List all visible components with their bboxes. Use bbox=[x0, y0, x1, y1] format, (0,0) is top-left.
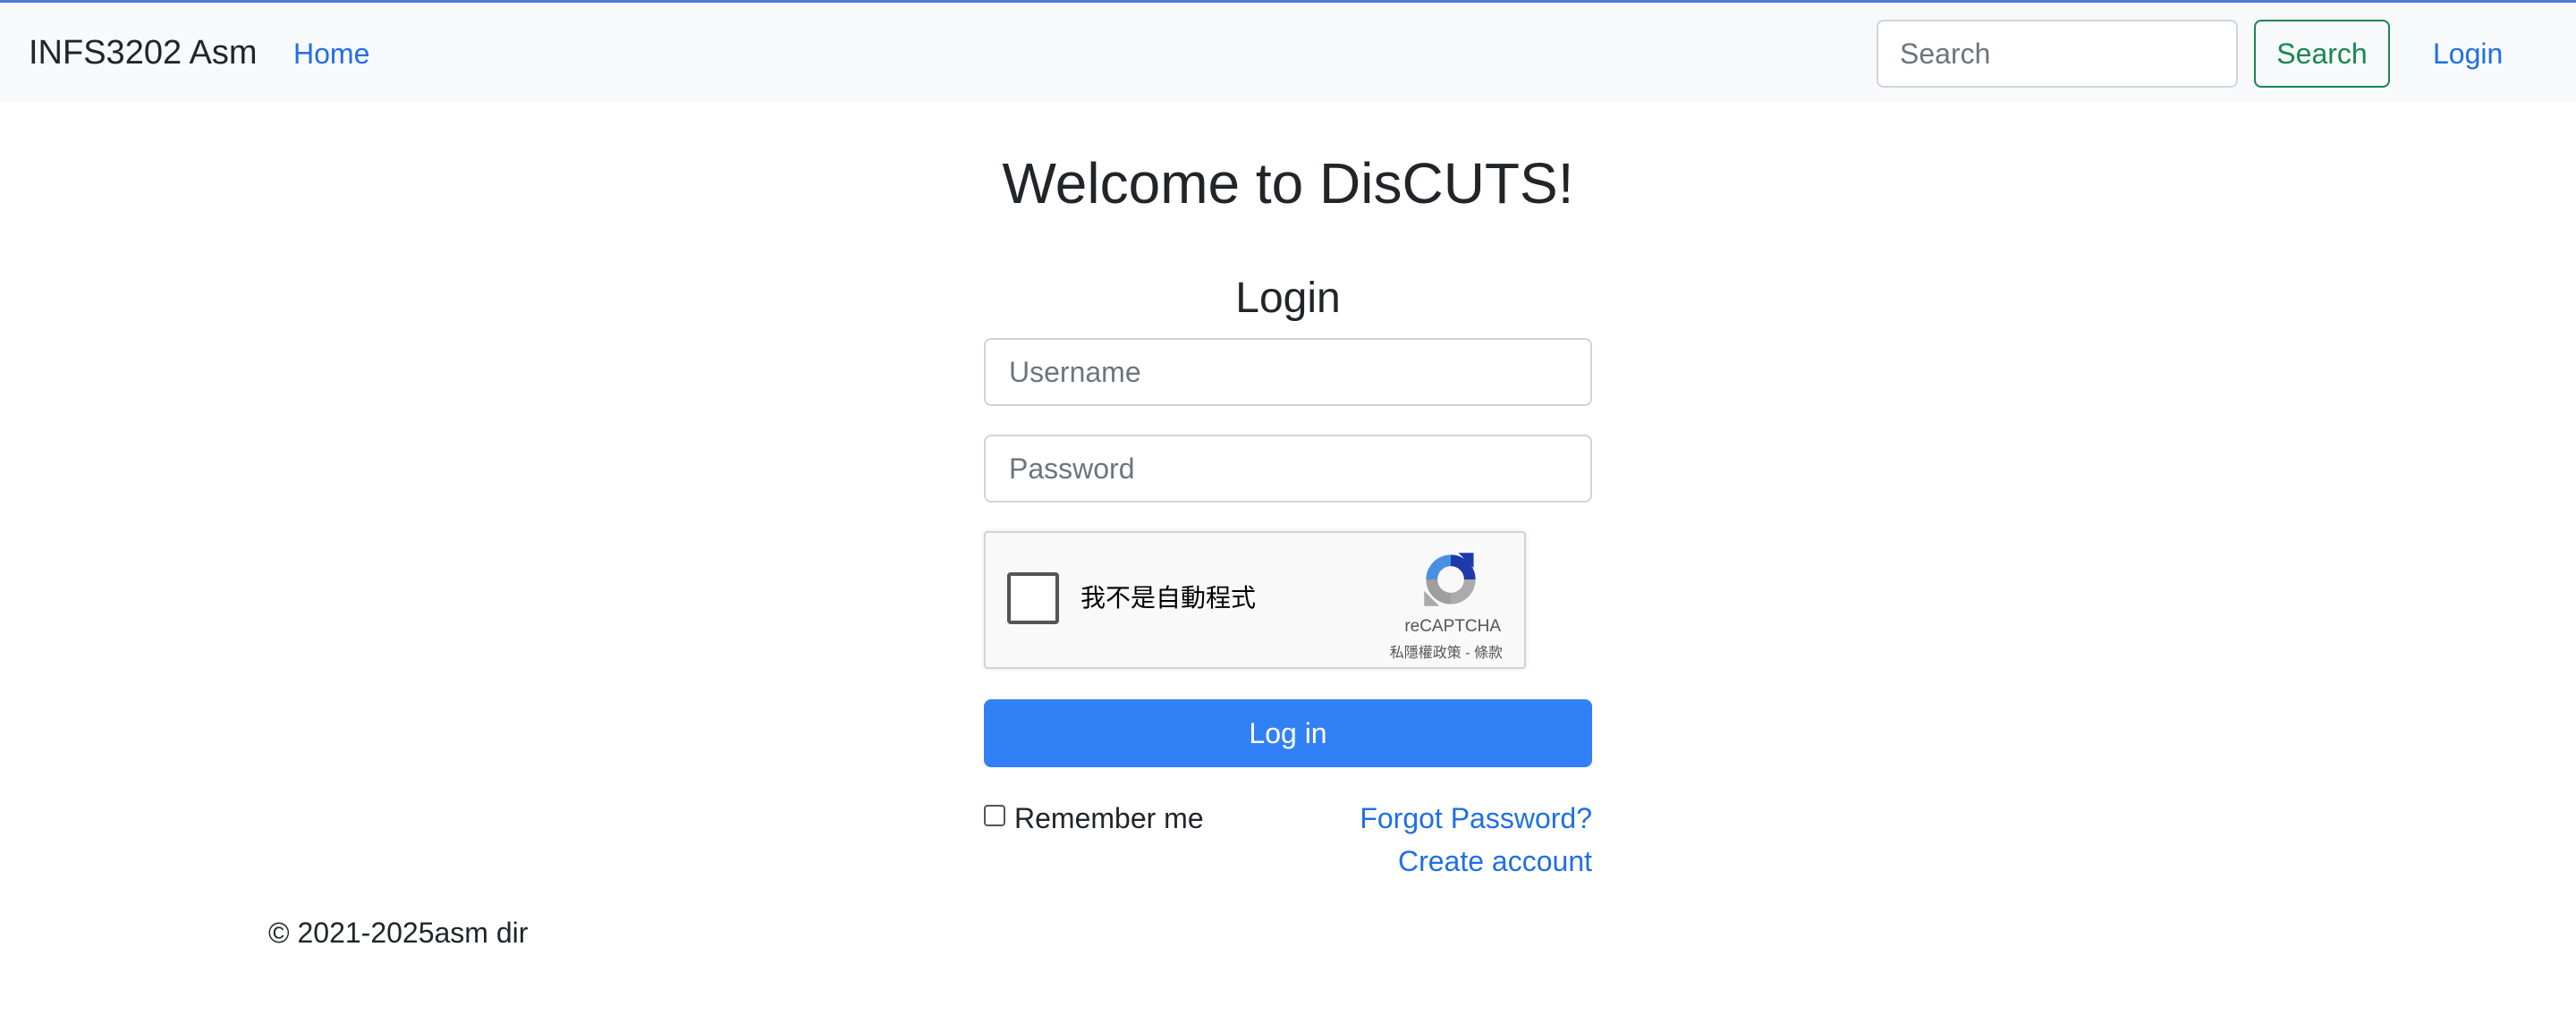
page-title: Welcome to DisCUTS! bbox=[1002, 151, 1574, 216]
create-account-link[interactable]: Create account bbox=[1398, 844, 1592, 878]
remember-me-checkbox[interactable] bbox=[984, 805, 1005, 826]
navbar: INFS3202 Asm Home Search Login bbox=[0, 3, 2576, 103]
recaptcha-label: 我不是自動程式 bbox=[1080, 584, 1257, 612]
nav-home-link[interactable]: Home bbox=[293, 37, 369, 71]
brand-link[interactable]: INFS3202 Asm bbox=[29, 33, 258, 72]
remember-me-label[interactable]: Remember me bbox=[1014, 801, 1204, 835]
recaptcha-icon bbox=[1424, 553, 1476, 606]
footer-copyright: © 2021-2025asm dir bbox=[268, 917, 529, 949]
username-field[interactable] bbox=[984, 338, 1592, 406]
recaptcha-checkbox[interactable] bbox=[1007, 572, 1059, 624]
nav-login-link[interactable]: Login bbox=[2433, 37, 2503, 71]
recaptcha-brand: reCAPTCHA bbox=[1404, 617, 1501, 636]
forgot-password-link[interactable]: Forgot Password? bbox=[1360, 801, 1592, 835]
recaptcha-terms-link[interactable]: 私隱權政策 - 條款 bbox=[1390, 640, 1503, 662]
recaptcha-widget: 我不是自動程式 reCAPTCHA 私隱權政策 - 條款 bbox=[984, 531, 1526, 669]
password-field[interactable] bbox=[984, 435, 1592, 503]
search-input[interactable] bbox=[1877, 20, 2238, 88]
login-heading: Login bbox=[1235, 275, 1341, 322]
search-button[interactable]: Search bbox=[2254, 20, 2390, 88]
log-in-button[interactable]: Log in bbox=[984, 699, 1592, 767]
